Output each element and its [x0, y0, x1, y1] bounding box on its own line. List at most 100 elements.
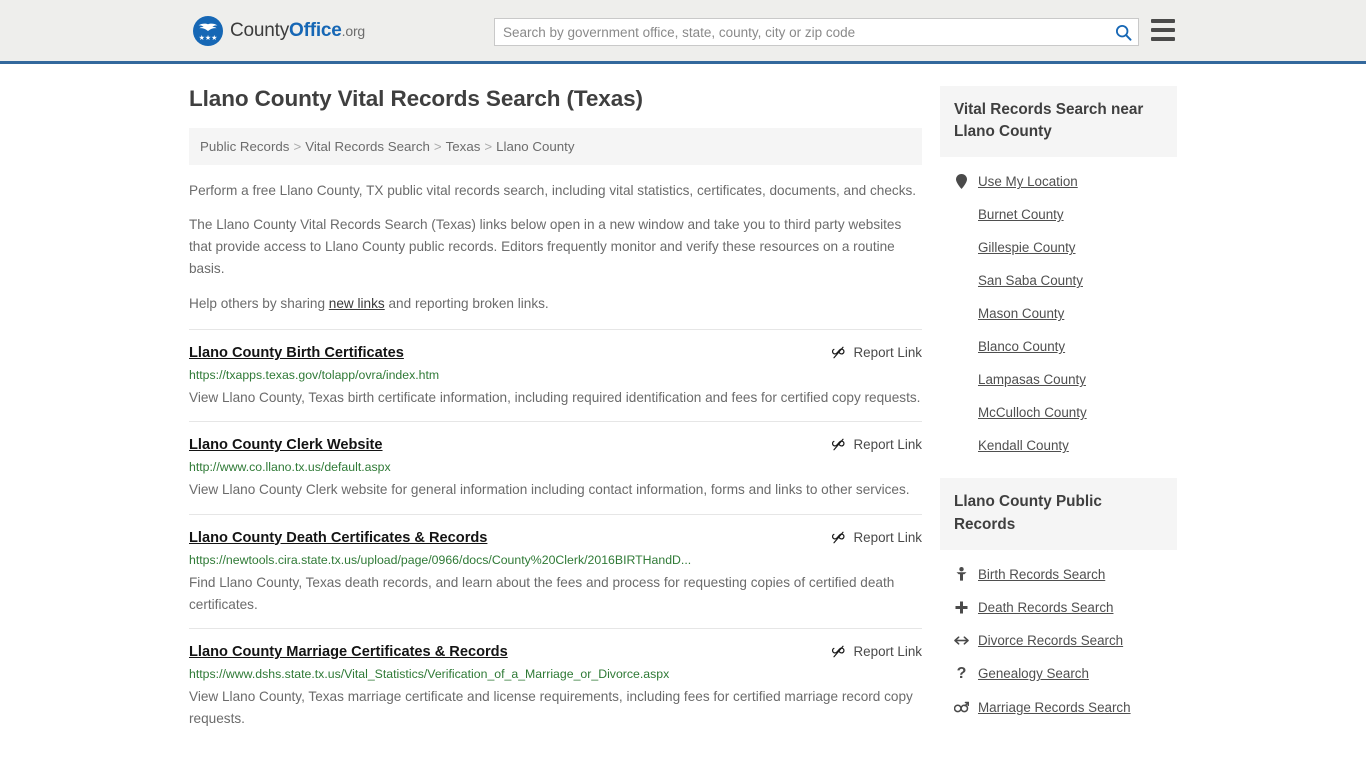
result-url[interactable]: https://txapps.texas.gov/tolapp/ovra/ind…: [189, 368, 922, 384]
sidebar-item-divorce-records-search[interactable]: Divorce Records Search: [940, 624, 1177, 657]
sidebar-item-lampasas-county[interactable]: Lampasas County: [940, 363, 1177, 396]
page-title: Llano County Vital Records Search (Texas…: [189, 86, 643, 111]
sidebar: Vital Records Search near Llano County U…: [940, 86, 1177, 743]
sidebar-item-birth-records-search[interactable]: Birth Records Search: [940, 558, 1177, 591]
broken-link-icon: [831, 438, 845, 451]
logo-text: CountyOffice.org: [230, 20, 365, 42]
intro-paragraph-3: Help others by sharing new links and rep…: [189, 293, 922, 315]
sidebar-item-gillespie-county[interactable]: Gillespie County: [940, 231, 1177, 264]
sidebar-item-death-records-search[interactable]: Death Records Search: [940, 591, 1177, 624]
sidebar-item-genealogy-search[interactable]: ? Genealogy Search: [940, 657, 1177, 691]
site-header: ★★★ CountyOffice.org: [0, 0, 1366, 64]
sidebar-link-label[interactable]: Marriage Records Search: [978, 700, 1131, 715]
result-item: Llano County Birth Certificates Report L…: [189, 328, 922, 421]
breadcrumb-item-public-records[interactable]: Public Records: [200, 139, 289, 154]
content-container: Llano County Vital Records Search (Texas…: [189, 86, 1177, 743]
logo-text-office: Office: [289, 19, 342, 41]
sidebar-item-san-saba-county[interactable]: San Saba County: [940, 264, 1177, 297]
result-url[interactable]: http://www.co.llano.tx.us/default.aspx: [189, 460, 922, 476]
result-title-link[interactable]: Llano County Birth Certificates: [189, 344, 404, 362]
sidebar-heading-nearby: Vital Records Search near Llano County: [940, 86, 1177, 158]
search-button[interactable]: [1108, 19, 1138, 45]
report-link-label: Report Link: [853, 644, 922, 660]
logo-text-county: County: [230, 19, 290, 41]
baby-icon: [954, 567, 969, 581]
sidebar-link-label[interactable]: Lampasas County: [978, 372, 1086, 387]
breadcrumb-item-llano-county[interactable]: Llano County: [496, 139, 574, 154]
breadcrumb-separator: >: [293, 139, 302, 154]
sidebar-item-marriage-records-search[interactable]: Marriage Records Search: [940, 691, 1177, 724]
left-right-arrow-icon: [954, 635, 969, 646]
sidebar-link-label[interactable]: Use My Location: [978, 174, 1078, 189]
intro-paragraph-2: The Llano County Vital Records Search (T…: [189, 217, 902, 277]
result-header: Llano County Clerk Website Report Link: [189, 436, 922, 454]
sidebar-item-blanco-county[interactable]: Blanco County: [940, 330, 1177, 363]
sidebar-link-label[interactable]: Gillespie County: [978, 240, 1076, 255]
result-description: View Llano County, Texas marriage certif…: [189, 689, 913, 727]
result-description: Find Llano County, Texas death records, …: [189, 574, 895, 612]
sidebar-link-label[interactable]: Genealogy Search: [978, 666, 1089, 681]
sidebar-link-label[interactable]: Death Records Search: [978, 600, 1113, 615]
sidebar-link-label[interactable]: Divorce Records Search: [978, 633, 1123, 648]
sidebar-nearby-list: Use My Location Burnet County Gillespie …: [940, 157, 1177, 462]
breadcrumb: Public Records > Vital Records Search > Texa…: [189, 128, 922, 165]
sidebar-link-label[interactable]: San Saba County: [978, 273, 1083, 288]
report-link-button[interactable]: Report Link: [831, 530, 922, 545]
sidebar-item-use-my-location[interactable]: Use My Location: [940, 165, 1177, 198]
report-link-button[interactable]: Report Link: [831, 644, 922, 659]
sidebar-item-kendall-county[interactable]: Kendall County: [940, 429, 1177, 462]
logo-stars: ★★★: [198, 34, 218, 42]
broken-link-icon: [831, 531, 845, 543]
result-url[interactable]: https://www.dshs.state.tx.us/Vital_Stati…: [189, 667, 922, 683]
search-input[interactable]: [495, 19, 1108, 45]
sidebar-link-label[interactable]: Birth Records Search: [978, 567, 1105, 582]
search-bar[interactable]: [494, 18, 1139, 46]
main-column: Llano County Vital Records Search (Texas…: [189, 86, 922, 743]
share-text-before: Help others by sharing: [189, 295, 329, 311]
result-item: Llano County Death Certificates & Record…: [189, 513, 922, 629]
breadcrumb-separator: >: [433, 139, 442, 154]
eagle-shield-logo-icon: ★★★: [193, 15, 223, 46]
report-link-label: Report Link: [853, 437, 922, 453]
result-title-link[interactable]: Llano County Death Certificates & Record…: [189, 529, 487, 547]
hamburger-menu-icon[interactable]: [1151, 19, 1175, 41]
report-link-button[interactable]: Report Link: [831, 437, 922, 452]
logo-text-org: .org: [341, 22, 366, 39]
new-links-link[interactable]: new links: [329, 296, 385, 311]
breadcrumb-item-vital-records-search[interactable]: Vital Records Search: [305, 139, 430, 154]
sidebar-link-label[interactable]: Kendall County: [978, 438, 1069, 453]
sidebar-link-label[interactable]: McCulloch County: [978, 405, 1087, 420]
broken-link-icon: [831, 346, 845, 359]
hamburger-bar: [1151, 19, 1175, 23]
sidebar-link-label[interactable]: Mason County: [978, 306, 1064, 321]
intro-paragraph-1: Perform a free Llano County, TX public v…: [189, 183, 917, 198]
sidebar-link-label[interactable]: Blanco County: [978, 339, 1065, 354]
share-text-after: and reporting broken links.: [384, 295, 549, 311]
result-description: View Llano County, Texas birth certifica…: [189, 390, 921, 405]
result-item: Llano County Marriage Certificates & Rec…: [189, 628, 922, 743]
report-link-label: Report Link: [853, 344, 922, 360]
hamburger-bar: [1151, 28, 1175, 32]
sidebar-item-mason-county[interactable]: Mason County: [940, 297, 1177, 330]
report-link-label: Report Link: [853, 529, 922, 545]
sidebar-public-records-list: Birth Records Search Death Records Searc…: [940, 550, 1177, 724]
result-url[interactable]: https://newtools.cira.state.tx.us/upload…: [189, 553, 922, 569]
search-icon: [1115, 24, 1131, 41]
male-female-icon: [954, 701, 969, 714]
sidebar-item-burnet-county[interactable]: Burnet County: [940, 198, 1177, 231]
site-logo[interactable]: ★★★ CountyOffice.org: [193, 15, 365, 46]
report-link-button[interactable]: Report Link: [831, 345, 922, 360]
results-list: Llano County Birth Certificates Report L…: [189, 328, 922, 743]
breadcrumb-separator: >: [484, 139, 493, 154]
result-header: Llano County Birth Certificates Report L…: [189, 344, 922, 362]
sidebar-item-mcculloch-county[interactable]: McCulloch County: [940, 396, 1177, 429]
sidebar-heading-public-records: Llano County Public Records: [940, 478, 1177, 550]
cross-icon: [954, 601, 969, 614]
hamburger-bar: [1151, 37, 1175, 41]
intro-text: Perform a free Llano County, TX public v…: [189, 180, 922, 315]
breadcrumb-item-texas[interactable]: Texas: [446, 139, 481, 154]
map-pin-icon: [954, 174, 969, 190]
sidebar-link-label[interactable]: Burnet County: [978, 207, 1064, 222]
result-title-link[interactable]: Llano County Marriage Certificates & Rec…: [189, 643, 508, 661]
result-title-link[interactable]: Llano County Clerk Website: [189, 436, 383, 454]
